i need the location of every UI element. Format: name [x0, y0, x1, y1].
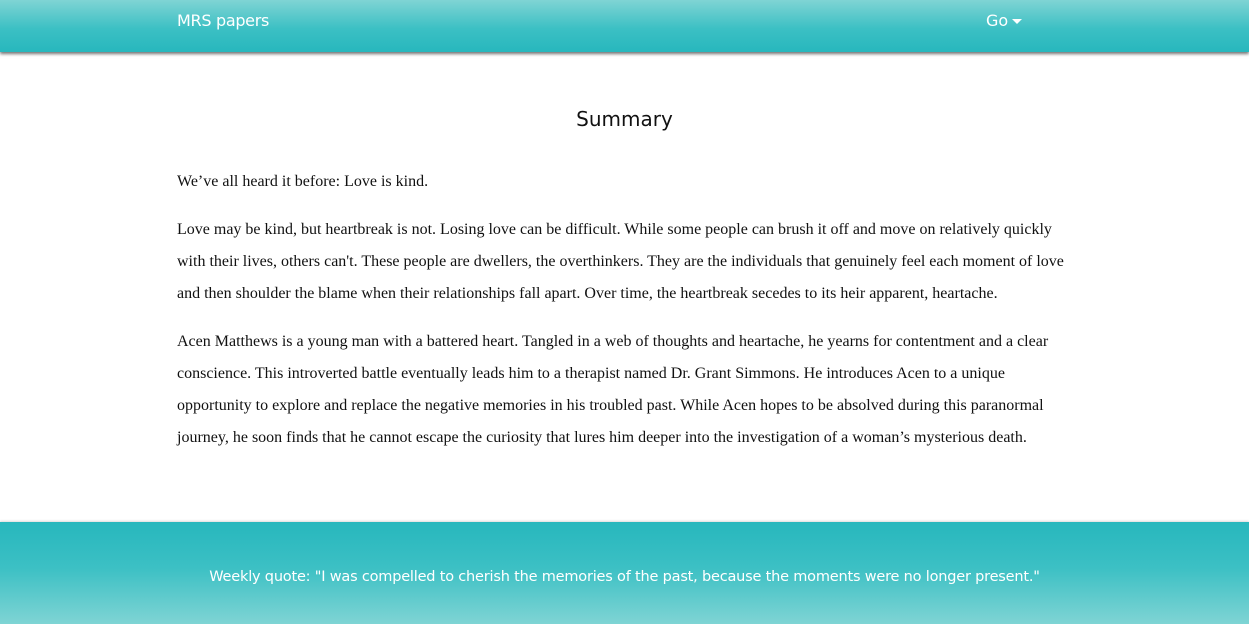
caret-down-icon [1012, 19, 1023, 24]
page-title: Summary [576, 107, 673, 131]
summary-paragraph-1: We’ve all heard it before: Love is kind. [177, 173, 429, 190]
weekly-quote: Weekly quote: "I was compelled to cheris… [209, 569, 1040, 585]
summary-paragraph-2: Love may be kind, but heartbreak is not.… [177, 221, 1064, 302]
main-content: Summary We’ve all heard it before: Love … [177, 104, 1072, 470]
summary-paragraph-3: Acen Matthews is a young man with a batt… [177, 333, 1049, 446]
go-dropdown-button[interactable]: Go [986, 11, 1023, 30]
go-menu-label: Go [986, 11, 1009, 30]
brand-link[interactable]: MRS papers [177, 11, 269, 30]
top-navbar: MRS papers Go [0, 0, 1249, 52]
footer: Weekly quote: "I was compelled to cheris… [0, 522, 1249, 624]
